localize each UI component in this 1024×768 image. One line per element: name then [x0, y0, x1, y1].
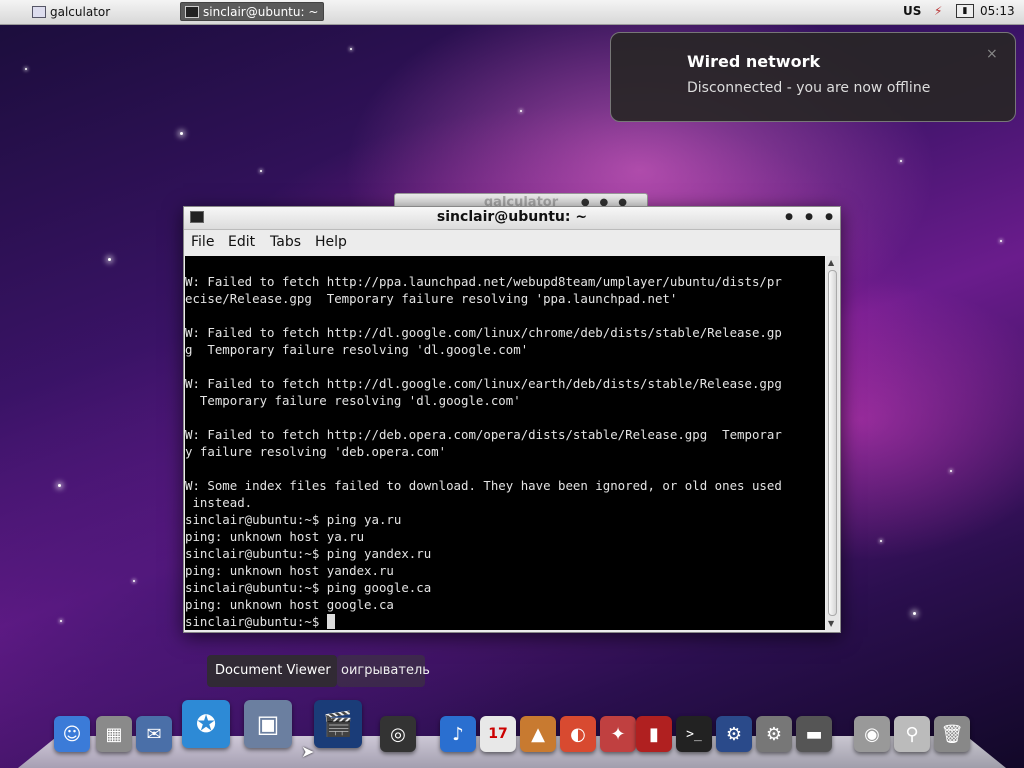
- terminal-line: instead.: [185, 495, 253, 510]
- mail-icon[interactable]: ✉: [136, 716, 172, 752]
- battery-icon[interactable]: ▮: [956, 4, 974, 18]
- terminal-line: W: Failed to fetch http://dl.google.com/…: [185, 376, 782, 391]
- document-viewer-icon[interactable]: ▣: [244, 700, 292, 748]
- terminal-line: Temporary failure resolving 'dl.google.c…: [185, 393, 521, 408]
- terminal-line: sinclair@ubuntu:~$ ping yandex.ru: [185, 546, 432, 561]
- menu-file[interactable]: File: [191, 234, 214, 250]
- taskbar-item-label: galculator: [50, 4, 111, 19]
- terminal-line: ecise/Release.gpg Temporary failure reso…: [185, 291, 678, 306]
- maximize-button[interactable]: ●: [802, 210, 816, 224]
- terminal-line: W: Failed to fetch http://dl.google.com/…: [185, 325, 782, 340]
- terminal-line: W: Some index files failed to download. …: [185, 478, 782, 493]
- menu-help[interactable]: Help: [315, 234, 347, 250]
- search-icon[interactable]: ⚲: [894, 716, 930, 752]
- vertical-scrollbar[interactable]: ▲ ▼: [826, 256, 839, 630]
- terminal-text: W: Failed to fetch http://ppa.launchpad.…: [185, 273, 825, 630]
- clock[interactable]: 05:13: [980, 4, 1015, 18]
- system-preferences-icon[interactable]: ⚙: [756, 716, 792, 752]
- window-titlebar[interactable]: sinclair@ubuntu: ~ ● ● ●: [184, 207, 840, 230]
- finder-icon[interactable]: ☺: [54, 716, 90, 752]
- utility-icon[interactable]: ✦: [600, 716, 636, 752]
- tooltip-text: оигрыватель: [341, 663, 430, 678]
- calendar-icon[interactable]: 17: [480, 716, 516, 752]
- mouse-pointer-icon: ➤: [301, 742, 315, 761]
- trash-icon[interactable]: 🗑: [934, 716, 970, 752]
- taskbar-item-label: sinclair@ubuntu: ~: [203, 4, 319, 19]
- calculator-icon[interactable]: ▦: [96, 716, 132, 752]
- taskbar-item-galculator[interactable]: galculator: [28, 2, 178, 21]
- safari-icon[interactable]: ✪: [182, 700, 230, 748]
- scrollbar-thumb[interactable]: [828, 270, 837, 616]
- terminal-line: ping: unknown host ya.ru: [185, 529, 365, 544]
- terminal-line: sinclair@ubuntu:~$: [185, 614, 327, 629]
- text-cursor: [326, 614, 335, 629]
- menu-tabs[interactable]: Tabs: [270, 234, 301, 250]
- apple-menu-icon[interactable]: [4, 3, 20, 19]
- headphones-icon[interactable]: ◎: [380, 716, 416, 752]
- terminal-window-icon: [185, 5, 199, 18]
- terminal-line: y failure resolving 'deb.opera.com': [185, 444, 447, 459]
- itunes-icon[interactable]: ♪: [440, 716, 476, 752]
- terminal-line: sinclair@ubuntu:~$ ping ya.ru: [185, 512, 402, 527]
- tooltip: Document Viewer: [207, 655, 337, 687]
- network-icon[interactable]: ⚙: [716, 716, 752, 752]
- office-icon[interactable]: ◐: [560, 716, 596, 752]
- tooltip-text: Document Viewer: [215, 663, 331, 678]
- network-notification: Wired network Disconnected - you are now…: [610, 32, 1016, 122]
- terminal-line: W: Failed to fetch http://ppa.launchpad.…: [185, 274, 782, 289]
- taskbar-item-terminal[interactable]: sinclair@ubuntu: ~: [180, 2, 324, 21]
- terminal-line: sinclair@ubuntu:~$ ping google.ca: [185, 580, 432, 595]
- drive-icon[interactable]: ▬: [796, 716, 832, 752]
- menu-bar: File Edit Tabs Help: [184, 230, 840, 254]
- minimize-button[interactable]: ●: [782, 210, 796, 224]
- terminal-icon[interactable]: >_: [676, 716, 712, 752]
- scroll-up-icon[interactable]: ▲: [828, 258, 834, 267]
- photo-icon[interactable]: ▲: [520, 716, 556, 752]
- scroll-down-icon[interactable]: ▼: [828, 619, 834, 628]
- video-editor-icon[interactable]: 🎬: [314, 700, 362, 748]
- tooltip-behind: оигрыватель: [337, 655, 430, 687]
- terminal-line: ping: unknown host google.ca: [185, 597, 394, 612]
- terminal-window: sinclair@ubuntu: ~ ● ● ● File Edit Tabs …: [183, 206, 841, 633]
- close-button[interactable]: ●: [822, 210, 836, 224]
- top-panel: galculator sinclair@ubuntu: ~ US ⚡ ▮ 05:…: [0, 0, 1024, 25]
- window-title: sinclair@ubuntu: ~: [436, 209, 588, 225]
- disk-utility-icon[interactable]: ◉: [854, 716, 890, 752]
- terminal-line: W: Failed to fetch http://deb.opera.com/…: [185, 427, 782, 442]
- network-disconnected-icon[interactable]: ⚡: [934, 4, 948, 18]
- notification-title: Wired network: [687, 52, 821, 71]
- notification-message: Disconnected - you are now offline: [687, 80, 931, 96]
- menu-edit[interactable]: Edit: [228, 234, 255, 250]
- close-icon[interactable]: ×: [986, 46, 998, 62]
- terminal-output[interactable]: W: Failed to fetch http://ppa.launchpad.…: [185, 256, 825, 630]
- terminal-line: g Temporary failure resolving 'dl.google…: [185, 342, 529, 357]
- media-player-icon[interactable]: ▮: [636, 716, 672, 752]
- calculator-window-icon: [32, 5, 46, 18]
- terminal-line: ping: unknown host yandex.ru: [185, 563, 394, 578]
- keyboard-layout-indicator[interactable]: US: [903, 4, 921, 18]
